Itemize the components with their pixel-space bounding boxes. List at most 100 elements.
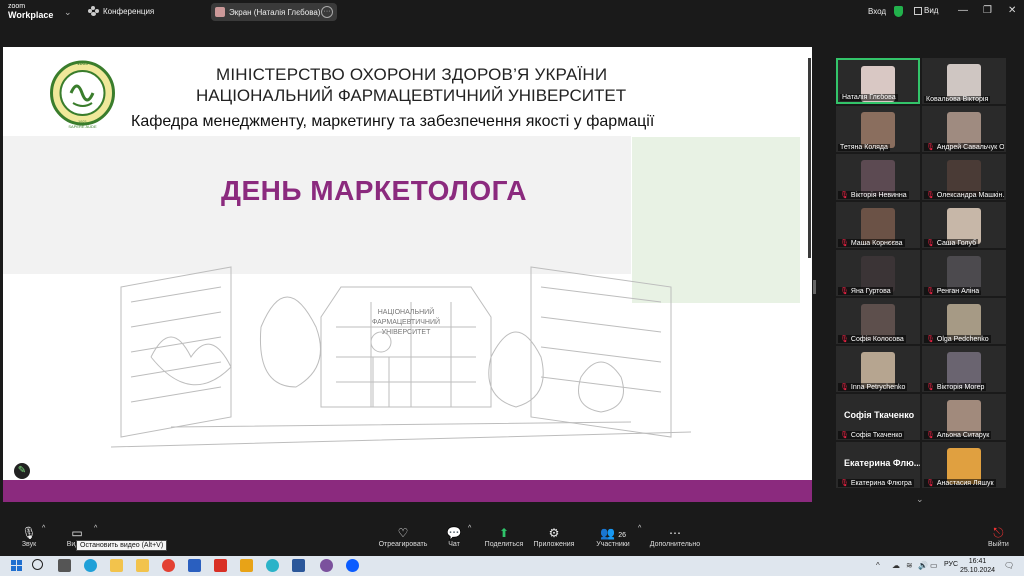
participant-tile[interactable]: 🎙 Анастасия Ляшук — [922, 442, 1006, 488]
muted-mic-icon: 🎙 — [840, 480, 849, 487]
apps-button[interactable]: ⚙ Приложения — [532, 525, 576, 548]
participant-tile[interactable]: 🎙 Вікторія Невинна — [836, 154, 920, 200]
participants-options-caret[interactable]: ^ — [638, 525, 641, 532]
audio-label: Звук — [21, 541, 37, 548]
participant-tile[interactable]: 🎙 Альона Ситарук — [922, 394, 1006, 440]
participants-count: 26 — [618, 532, 627, 539]
share-label: Поделиться — [484, 541, 524, 548]
participant-tile[interactable]: Ковальова Вікторія — [922, 58, 1006, 104]
react-button[interactable]: ♡ Отреагировать — [378, 525, 428, 548]
participant-tile[interactable]: 🎙 Андрей Савальчук О... — [922, 106, 1006, 152]
participant-tile[interactable]: 🎙 Яна Гуртова — [836, 250, 920, 296]
telegram-icon[interactable] — [266, 559, 279, 572]
paw-icon — [88, 6, 99, 16]
shared-screen-slide: 1805 1921 SAPERE AUDE МІНІСТЕРСТВО ОХОРО… — [3, 47, 812, 502]
chevron-down-icon[interactable]: ⌄ — [916, 494, 924, 505]
annotate-pen-icon[interactable]: ✎ — [14, 463, 30, 479]
microphone-icon: 🎙 — [21, 526, 37, 540]
participant-tile[interactable]: 🎙 Ренган Аліна — [922, 250, 1006, 296]
muted-mic-icon: 🎙 — [926, 288, 935, 295]
tray-chevron-icon[interactable]: ^ — [876, 561, 880, 570]
minimize-icon[interactable]: — — [958, 5, 968, 16]
meeting-info-button[interactable]: Конференция — [88, 6, 154, 16]
chevron-down-icon[interactable]: ⌄ — [64, 7, 72, 18]
participant-tile[interactable]: 🎙 Inna Petrychenko — [836, 346, 920, 392]
participant-tile[interactable]: Тетяна Коляда — [836, 106, 920, 152]
shield-icon[interactable] — [894, 6, 903, 17]
notifications-icon[interactable]: 🗨 — [1004, 561, 1014, 570]
muted-mic-icon: 🎙 — [926, 144, 935, 151]
share-button[interactable]: ⬆ Поделиться — [484, 525, 524, 548]
language-indicator[interactable]: РУС — [944, 561, 958, 568]
folder-icon[interactable] — [136, 559, 149, 572]
audio-button[interactable]: 🎙 Звук — [18, 525, 40, 548]
participant-tile[interactable]: Наталія Глєбова — [836, 58, 920, 104]
participant-tile[interactable]: 🎙 Олександра Машкін... — [922, 154, 1006, 200]
participant-name: 🎙 Вікторія Могер — [924, 383, 987, 391]
view-label: Вид — [924, 6, 939, 15]
resize-handle[interactable] — [813, 280, 816, 294]
split-divider[interactable] — [808, 58, 811, 258]
close-icon[interactable]: ✕ — [1008, 5, 1016, 16]
edge-icon[interactable] — [84, 559, 97, 572]
participant-display-name: Софія Ткаченко — [844, 410, 915, 420]
chat-options-caret[interactable]: ^ — [468, 525, 471, 532]
system-clock[interactable]: 16:41 25.10.2024 — [960, 557, 995, 575]
participant-video — [861, 112, 895, 148]
participant-name: 🎙 Анастасия Ляшук — [924, 479, 996, 487]
muted-mic-icon: 🎙 — [840, 384, 849, 391]
battery-icon[interactable]: ▭ — [930, 561, 938, 570]
screen-share-pill[interactable]: Экран (Наталія Глєбова) ··· — [211, 3, 337, 21]
participant-name: 🎙 Ренган Аліна — [924, 287, 982, 295]
muted-mic-icon: 🎙 — [926, 192, 935, 199]
participant-tile[interactable]: 🎙 Olga Pedchenko — [922, 298, 1006, 344]
participant-tile[interactable]: 🎙 Вікторія Могер — [922, 346, 1006, 392]
tool-icon[interactable] — [240, 559, 253, 572]
volume-icon[interactable]: 🔊 — [918, 561, 928, 570]
wifi-icon[interactable]: ≋ — [906, 561, 913, 570]
more-button[interactable]: ⋯ Дополнительно — [648, 525, 702, 548]
more-icon[interactable]: ··· — [321, 6, 333, 18]
search-icon[interactable] — [32, 559, 43, 570]
participant-tile[interactable]: 🎙 Саша Голуб — [922, 202, 1006, 248]
video-player-icon[interactable] — [214, 559, 227, 572]
audio-options-caret[interactable]: ^ — [42, 525, 45, 532]
campus-sketch-illustration: НАЦІОНАЛЬНИЙ ФАРМАЦЕВТИЧНИЙ УНІВЕРСИТЕТ — [111, 266, 691, 448]
participant-tile[interactable]: Екатерина Флю... 🎙 Екатерина Флюгра — [836, 442, 920, 488]
building-sign-line2: ФАРМАЦЕВТИЧНИЙ — [372, 317, 440, 326]
viber-icon[interactable] — [320, 559, 333, 572]
exit-door-icon: ⎋ — [993, 525, 1004, 540]
participant-name: 🎙 Софія Ткаченко — [838, 431, 905, 439]
participant-tile[interactable]: 🎙 Маша Корнєєва — [836, 202, 920, 248]
react-label: Отреагировать — [378, 541, 428, 548]
restore-icon[interactable]: ❐ — [983, 5, 992, 16]
participant-tile[interactable]: Софія Ткаченко 🎙 Софія Ткаченко — [836, 394, 920, 440]
chrome-icon[interactable] — [162, 559, 175, 572]
task-view-icon[interactable] — [58, 559, 71, 572]
chat-icon: 💬 — [446, 526, 462, 540]
zoom-logo: zoom Workplace — [8, 3, 53, 20]
windows-taskbar: ^ ☁ ≋ 🔊 ▭ РУС 16:41 25.10.2024 🗨 — [0, 556, 1024, 576]
participants-button[interactable]: 👥 26 Участники — [594, 525, 632, 548]
participant-name: 🎙 Яна Гуртова — [838, 287, 893, 295]
cloud-icon[interactable]: ☁ — [892, 561, 900, 570]
windows-start-icon[interactable] — [11, 560, 22, 571]
file-explorer-icon[interactable] — [110, 559, 123, 572]
leave-button[interactable]: ⎋ Выйти — [988, 525, 1009, 548]
participant-name: 🎙 Вікторія Невинна — [838, 191, 909, 199]
participant-video — [947, 64, 981, 100]
save-icon[interactable] — [188, 559, 201, 572]
word-icon[interactable] — [292, 559, 305, 572]
participant-name: 🎙 Olga Pedchenko — [924, 335, 991, 343]
muted-mic-icon: 🎙 — [840, 336, 849, 343]
video-options-caret[interactable]: ^ — [94, 525, 97, 532]
ellipsis-icon: ⋯ — [669, 526, 681, 540]
participant-name: 🎙 Inna Petrychenko — [838, 383, 908, 391]
clock-date: 25.10.2024 — [960, 567, 996, 574]
muted-mic-icon: 🎙 — [840, 192, 849, 199]
view-button[interactable]: Вид — [914, 6, 938, 15]
participant-tile[interactable]: 🎙 Софія Колосова — [836, 298, 920, 344]
sign-in-button[interactable]: Вход — [868, 7, 886, 16]
chat-button[interactable]: 💬 Чат — [444, 525, 464, 548]
zoom-taskbar-icon[interactable] — [346, 559, 359, 572]
